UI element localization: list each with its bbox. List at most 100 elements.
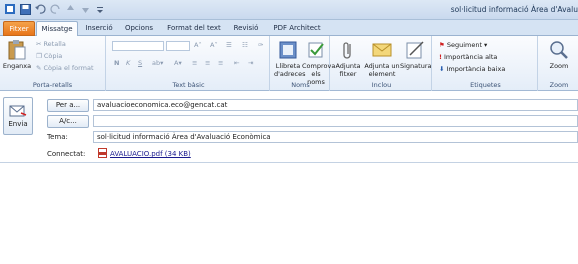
address-book-label: Llibreta d'adreces xyxy=(274,62,306,78)
bold-button[interactable]: N xyxy=(114,59,119,67)
attachment-item[interactable]: AVALUACIO.pdf (34 KB) xyxy=(98,148,191,160)
format-painter-button[interactable]: ✎ Còpia el format xyxy=(36,64,94,72)
high-importance-button[interactable]: ! Importància alta xyxy=(439,53,497,61)
names-group-label: Noms xyxy=(291,81,310,89)
low-importance-button[interactable]: ⬇ Importància baixa xyxy=(439,65,505,73)
clear-format-icon: ✑ xyxy=(258,41,264,49)
align-left-button[interactable]: ≡ xyxy=(192,59,197,67)
send-button[interactable]: Envia xyxy=(3,97,33,135)
down-arrow-icon[interactable] xyxy=(79,3,91,15)
to-field[interactable]: avaluacioeconomica.eco@gencat.cat xyxy=(93,99,578,111)
cut-button[interactable]: ✂ Retalla xyxy=(36,40,66,48)
align-right-icon: ≡ xyxy=(218,59,224,67)
cc-field[interactable] xyxy=(93,115,578,127)
outlook-icon[interactable] xyxy=(4,3,16,15)
highlight-icon: ab▾ xyxy=(152,59,164,67)
exclamation-icon: ! xyxy=(439,53,442,61)
shrink-font-button[interactable]: A˅ xyxy=(210,41,218,49)
highlight-button[interactable]: ab▾ xyxy=(152,59,163,67)
paste-label: Enganxa xyxy=(2,62,32,70)
tags-group: ⚑ Seguiment ▾ ! Importància alta ⬇ Impor… xyxy=(434,36,538,91)
undo-icon[interactable] xyxy=(34,3,46,15)
low-importance-label: Importància baixa xyxy=(446,65,506,73)
underline-button[interactable]: S xyxy=(138,59,142,67)
follow-up-button[interactable]: ⚑ Seguiment ▾ xyxy=(439,41,487,49)
follow-up-dropdown-icon: ▾ xyxy=(484,41,488,49)
increase-indent-button[interactable]: ⇥ xyxy=(248,59,253,67)
ribbon: Enganxa ✂ Retalla ❐ Còpia ✎ Còpia el for… xyxy=(0,36,578,91)
tab-pdf-architect[interactable]: PDF Architect xyxy=(272,21,322,36)
align-right-button[interactable]: ≡ xyxy=(218,59,223,67)
paste-icon xyxy=(6,39,28,61)
address-book-button[interactable]: Llibreta d'adreces xyxy=(274,39,306,78)
attached-label: Connectat: xyxy=(47,150,86,158)
bullets-icon: ☰ xyxy=(226,41,232,49)
message-body[interactable] xyxy=(0,162,578,264)
zoom-group-label: Zoom xyxy=(549,81,569,89)
subject-field[interactable]: sol·licitud informació Àrea d'Avaluació … xyxy=(93,131,578,143)
attach-item-label: Adjunta un element xyxy=(364,62,400,78)
decrease-indent-button[interactable]: ⇤ xyxy=(234,59,239,67)
paperclip-icon xyxy=(337,39,359,61)
align-center-button[interactable]: ≡ xyxy=(205,59,210,67)
include-group-label: Inclou xyxy=(371,81,392,89)
up-arrow-icon[interactable] xyxy=(64,3,76,15)
tab-message[interactable]: Missatge xyxy=(36,21,78,36)
cut-label: Retalla xyxy=(43,40,66,48)
names-group: Llibreta d'adreces Comprova els noms Nom… xyxy=(272,36,335,91)
window-title: sol·licitud informació Àrea d'Avalu xyxy=(450,5,578,14)
redo-icon[interactable] xyxy=(49,3,61,15)
align-left-icon: ≡ xyxy=(192,59,198,67)
quick-access-toolbar xyxy=(4,3,106,15)
signature-button[interactable]: Signatura xyxy=(400,39,432,70)
to-button[interactable]: Per a... xyxy=(47,99,89,112)
customize-icon[interactable] xyxy=(94,3,106,15)
format-painter-label: Còpia el format xyxy=(43,64,94,72)
send-label: Envia xyxy=(8,120,28,128)
copy-label: Còpia xyxy=(43,52,63,60)
follow-up-label: Seguiment xyxy=(446,41,483,49)
font-size-dropdown[interactable] xyxy=(166,41,190,51)
clear-format-button[interactable]: ✑ xyxy=(258,41,263,49)
cc-button[interactable]: A/c... xyxy=(47,115,89,128)
shrink-font-icon: A˅ xyxy=(210,41,218,49)
increase-indent-icon: ⇥ xyxy=(248,59,254,67)
message-header: Envia Per a... avaluacioeconomica.eco@ge… xyxy=(0,92,578,162)
clipboard-group-label: Porta-retalls xyxy=(32,81,73,89)
signature-label: Signatura xyxy=(400,62,432,70)
zoom-label: Zoom xyxy=(549,62,569,70)
bullets-button[interactable]: ☰ xyxy=(226,41,232,49)
font-name-dropdown[interactable] xyxy=(112,41,164,51)
subject-label: Tema: xyxy=(47,133,68,141)
tab-file[interactable]: Fitxer xyxy=(3,21,35,36)
tab-review[interactable]: Revisió xyxy=(230,21,262,36)
paste-button[interactable]: Enganxa xyxy=(2,39,32,70)
numbering-button[interactable]: ☷ xyxy=(242,41,248,49)
attachment-name: AVALUACIO.pdf (34 KB) xyxy=(110,150,191,158)
copy-button[interactable]: ❐ Còpia xyxy=(36,52,62,60)
numbering-icon: ☷ xyxy=(242,41,248,49)
envelope-icon xyxy=(371,39,393,61)
send-icon xyxy=(9,104,27,118)
include-group: Adjunta fitxer Adjunta un element Signat… xyxy=(332,36,432,91)
attach-file-label: Adjunta fitxer xyxy=(335,62,361,78)
save-icon[interactable] xyxy=(19,3,31,15)
high-importance-label: Importància alta xyxy=(443,53,498,61)
zoom-button[interactable]: Zoom xyxy=(544,39,574,70)
tab-insert[interactable]: Inserció xyxy=(82,21,116,36)
clipboard-group: Enganxa ✂ Retalla ❐ Còpia ✎ Còpia el for… xyxy=(0,36,106,91)
attach-item-button[interactable]: Adjunta un element xyxy=(364,39,400,78)
signature-icon xyxy=(404,39,426,61)
italic-button[interactable]: K xyxy=(126,59,130,67)
font-color-button[interactable]: A▾ xyxy=(174,59,182,67)
format-painter-icon: ✎ xyxy=(36,64,42,72)
basic-text-group: A˄ A˅ ☰ ☷ ✑ N K S ab▾ A▾ ≡ ≡ ≡ ⇤ ⇥ Text … xyxy=(108,36,270,91)
ribbon-tabs: Fitxer Missatge Inserció Opcions Format … xyxy=(0,20,578,36)
basic-text-group-label: Text bàsic xyxy=(172,81,205,89)
tab-options[interactable]: Opcions xyxy=(122,21,156,36)
tab-format-text[interactable]: Format del text xyxy=(166,21,222,36)
check-names-button[interactable]: Comprova els noms xyxy=(302,39,335,86)
attach-file-button[interactable]: Adjunta fitxer xyxy=(334,39,362,78)
grow-font-icon: A˄ xyxy=(194,41,202,49)
grow-font-button[interactable]: A˄ xyxy=(194,41,202,49)
